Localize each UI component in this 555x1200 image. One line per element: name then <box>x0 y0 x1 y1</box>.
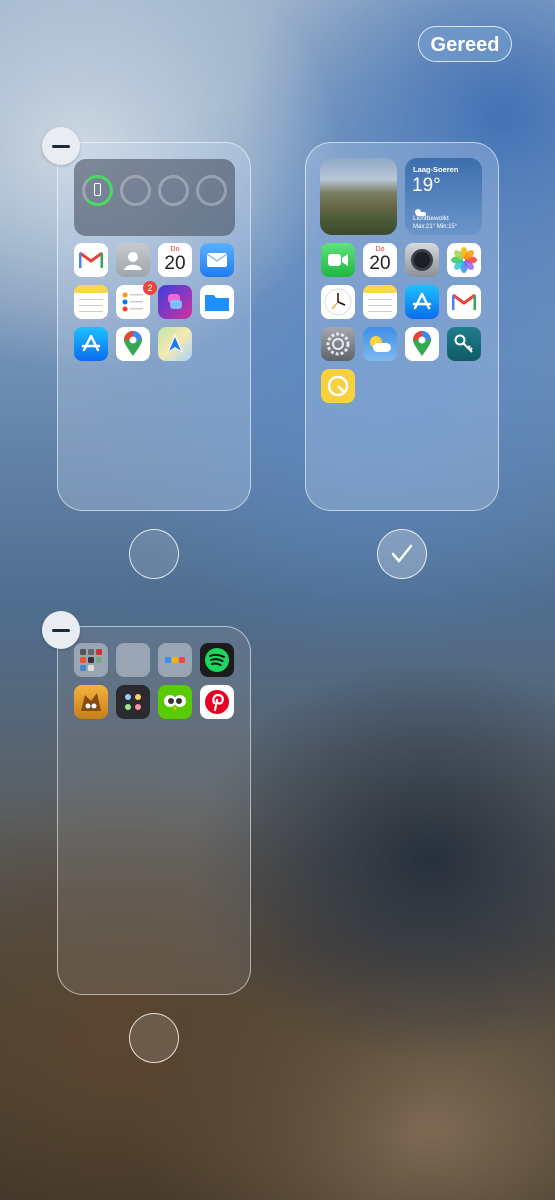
select-page-1-toggle[interactable] <box>129 529 179 579</box>
reminders-icon: 2 <box>116 281 157 319</box>
photos-widget <box>320 158 397 235</box>
gmail-icon <box>447 285 481 319</box>
google-maps-icon <box>405 327 439 361</box>
maps-icon <box>158 327 192 361</box>
checkmark-icon <box>391 544 413 563</box>
google-maps-icon <box>116 327 150 361</box>
clock-icon <box>321 285 355 319</box>
calendar-icon: Do 20 <box>363 243 397 277</box>
select-page-2-toggle[interactable] <box>377 529 427 579</box>
battery-ring-empty <box>196 175 227 206</box>
done-button[interactable]: Gereed <box>418 26 512 62</box>
home-page-1[interactable]: Do 20 2 <box>57 142 251 511</box>
battery-ring-icon <box>82 175 113 206</box>
settings-icon <box>321 327 355 361</box>
folder-icon <box>74 643 108 677</box>
duolingo-icon <box>158 685 192 719</box>
gmail-icon <box>74 243 108 277</box>
camera-icon <box>405 243 439 277</box>
remove-page-1-button[interactable] <box>42 127 80 165</box>
launcher-icon <box>116 685 150 719</box>
pinterest-icon <box>200 685 234 719</box>
notification-badge: 2 <box>143 281 157 295</box>
contacts-icon <box>116 243 150 277</box>
spotify-icon <box>200 643 234 677</box>
photos-icon <box>447 243 481 277</box>
shortcuts-icon <box>158 285 192 319</box>
weather-app-icon <box>363 327 397 361</box>
passwords-icon <box>447 327 481 361</box>
app-store-icon <box>405 285 439 319</box>
select-page-3-toggle[interactable] <box>129 1013 179 1063</box>
battery-ring-empty <box>120 175 151 206</box>
folder-icon <box>158 643 192 677</box>
files-icon <box>200 285 234 319</box>
remove-page-3-button[interactable] <box>42 611 80 649</box>
home-page-2[interactable]: Laag-Soeren 19° Lichtbewolkt Max:21° Min… <box>305 142 499 511</box>
weather-widget: Laag-Soeren 19° Lichtbewolkt Max:21° Min… <box>405 158 482 235</box>
facetime-icon <box>321 243 355 277</box>
app-store-icon <box>74 327 108 361</box>
folder-icon <box>116 643 150 677</box>
task-icon <box>321 369 355 403</box>
game-icon <box>74 685 108 719</box>
home-page-3[interactable] <box>57 626 251 995</box>
batteries-widget <box>74 159 235 236</box>
mail-icon <box>200 243 234 277</box>
battery-ring-empty <box>158 175 189 206</box>
notes-icon <box>363 285 397 319</box>
calendar-icon: Do 20 <box>158 243 192 277</box>
notes-icon <box>74 285 108 319</box>
